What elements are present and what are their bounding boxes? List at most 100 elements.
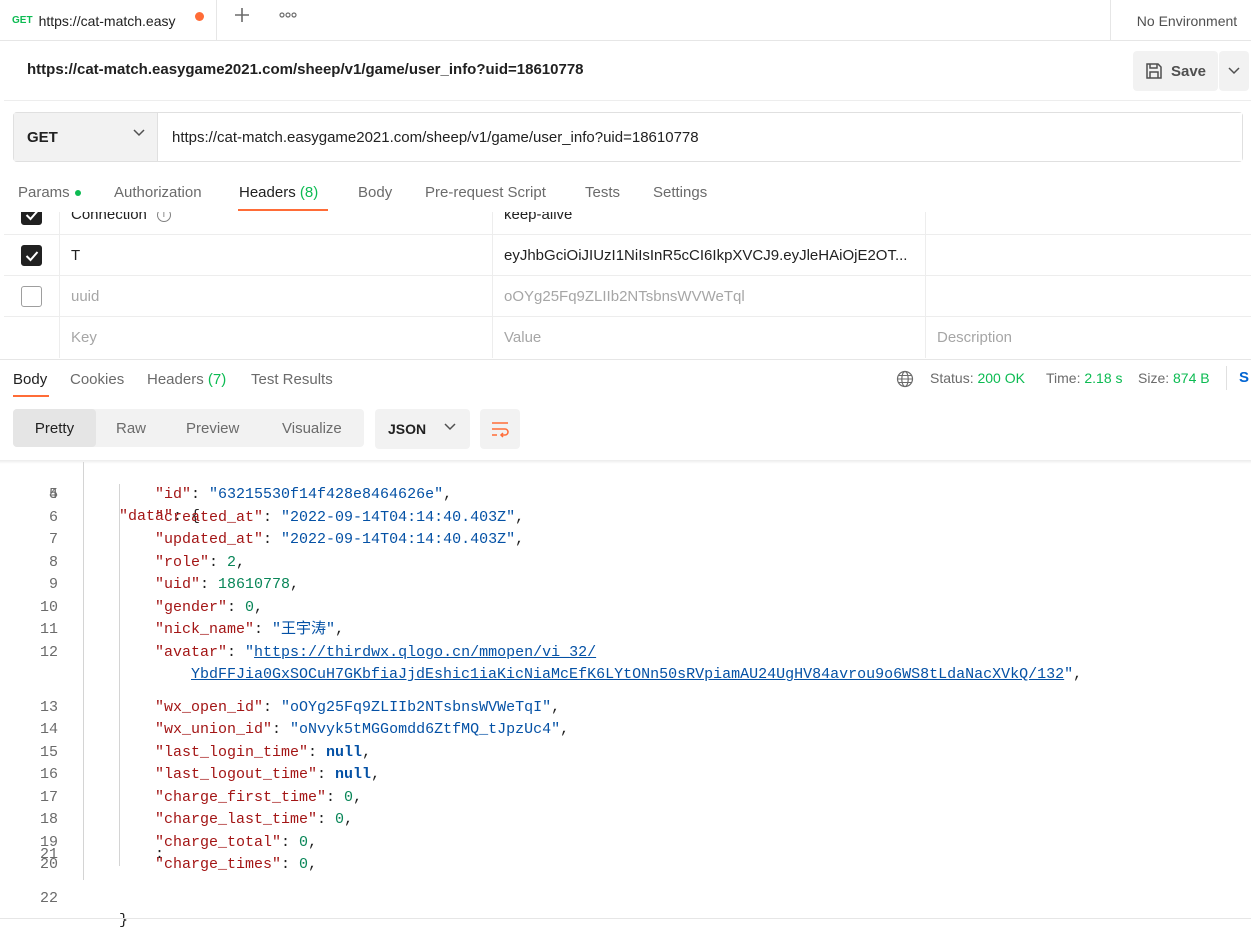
chevron-down-icon: [133, 129, 145, 137]
tab-headers[interactable]: Headers (8): [239, 184, 318, 201]
wrap-lines-button[interactable]: [480, 409, 520, 449]
header-description-cell[interactable]: [926, 276, 1251, 317]
json-value: "2022-09-14T04:14:40.403Z": [281, 509, 516, 526]
header-key-cell[interactable]: T: [60, 235, 493, 276]
code-line: 22 }: [0, 866, 1251, 929]
save-button[interactable]: Save: [1133, 51, 1218, 91]
tab-tests[interactable]: Tests: [585, 184, 620, 201]
url-input[interactable]: [158, 113, 1242, 161]
environment-selector[interactable]: No Environment: [1110, 0, 1251, 41]
time-readout[interactable]: Time: 2.18 s: [1046, 370, 1123, 386]
row-checkbox-cell: [4, 235, 60, 276]
headers-table: Connection i keep-alive T eyJhbGciOiJIUz…: [4, 212, 1251, 359]
save-options-button[interactable]: [1219, 51, 1249, 91]
tab-test-results[interactable]: Test Results: [251, 371, 333, 388]
header-value-cell[interactable]: keep-alive: [493, 212, 926, 235]
line-number: 5: [48, 486, 58, 503]
json-key: "updated_at": [155, 531, 264, 548]
json-value: null: [326, 744, 363, 761]
header-value-cell[interactable]: oOYg25Fq9ZLIIb2NTsbnsWVWeTql: [493, 276, 926, 317]
tab-body[interactable]: Body: [358, 184, 392, 201]
status-value: 200 OK: [977, 370, 1025, 386]
header-description-cell[interactable]: [926, 235, 1251, 276]
code-line: 6 "created_at": "2022-09-14T04:14:40.403Z…: [0, 507, 1251, 529]
tab-params[interactable]: Params: [18, 184, 81, 201]
save-response-button[interactable]: S: [1239, 369, 1249, 386]
tab-headers-count: (8): [299, 184, 319, 201]
request-tab[interactable]: GET https://cat-match.easy: [4, 0, 217, 41]
tab-method: GET: [12, 15, 33, 26]
tab-settings[interactable]: Settings: [653, 184, 707, 201]
view-pretty[interactable]: Pretty: [13, 409, 96, 447]
more-icon[interactable]: [278, 6, 298, 27]
save-label: Save: [1170, 62, 1207, 80]
header-value: oOYg25Fq9ZLIIb2NTsbnsWVWeTql: [504, 288, 745, 305]
header-description-cell[interactable]: [926, 212, 1251, 235]
json-value: 0: [335, 811, 345, 828]
active-response-tab-indicator: [13, 395, 49, 397]
view-mode-selector: Pretty Raw Preview Visualize: [13, 409, 364, 447]
view-raw[interactable]: Raw: [116, 409, 146, 447]
plus-icon[interactable]: [233, 4, 251, 30]
checkbox[interactable]: [21, 212, 42, 225]
checkbox[interactable]: [21, 245, 42, 266]
tab-title: https://cat-match.easy: [38, 12, 176, 29]
json-value: 0: [344, 789, 354, 806]
tab-response-body[interactable]: Body: [13, 371, 47, 388]
code-line: 12 "avatar": "https://thirdwx.qlogo.cn/mm…: [0, 642, 1251, 687]
new-value-field[interactable]: Value: [493, 317, 926, 358]
response-code-view[interactable]: 4 "data": { 5 "id": "63215530f14f428e8464…: [0, 462, 1251, 929]
new-description-field[interactable]: Description: [926, 317, 1251, 358]
divider: [0, 918, 1251, 919]
size-readout[interactable]: Size: 874 B: [1138, 370, 1210, 386]
tab-params-label: Params: [18, 184, 70, 201]
json-key: "charge_first_time": [155, 789, 327, 806]
code-line: 11 "nick_name": "王宇涛",: [0, 619, 1251, 641]
row-checkbox-cell: [4, 317, 60, 358]
json-value: "63215530f14f428e8464626e": [209, 486, 444, 503]
header-key-cell[interactable]: Connection i: [60, 212, 493, 235]
table-row-new: Key Value Description: [4, 317, 1251, 358]
view-visualize[interactable]: Visualize: [282, 409, 342, 447]
status-label: Status:: [930, 370, 974, 386]
checkbox[interactable]: [21, 286, 42, 307]
header-value-cell[interactable]: eyJhbGciOiJIUzI1NiIsInR5cCI6IkpXVCJ9.eyJ…: [493, 235, 926, 276]
json-value: "2022-09-14T04:14:40.403Z": [281, 531, 516, 548]
code-line: 9 "uid": 18610778,: [0, 574, 1251, 596]
chevron-down-icon: [1228, 67, 1240, 75]
tab-cookies[interactable]: Cookies: [70, 371, 124, 388]
tab-response-headers[interactable]: Headers (7): [147, 371, 226, 388]
line-number: 16: [39, 766, 58, 783]
header-value: eyJhbGciOiJIUzI1NiIsInR5cCI6IkpXVCJ9.eyJ…: [504, 247, 908, 264]
request-name[interactable]: https://cat-match.easygame2021.com/sheep…: [27, 61, 584, 78]
json-key: "nick_name": [155, 621, 255, 638]
code-line: 7 "updated_at": "2022-09-14T04:14:40.403Z…: [0, 529, 1251, 551]
json-key: "created_at": [155, 509, 264, 526]
avatar-link[interactable]: YbdFFJia0GxSOCuH7GKbfiaJjdEshic1iaKicNia…: [191, 666, 1064, 683]
new-key-field[interactable]: Key: [60, 317, 493, 358]
json-value: "oOYg25Fq9ZLIIb2NTsbnsWVWeTqI": [281, 699, 552, 716]
line-number: 15: [39, 744, 58, 761]
method-select[interactable]: GET: [14, 113, 158, 161]
info-icon[interactable]: i: [156, 212, 171, 222]
json-value: 2: [227, 554, 237, 571]
format-select[interactable]: JSON: [375, 409, 470, 449]
globe-icon[interactable]: [896, 370, 914, 391]
avatar-link[interactable]: https://thirdwx.qlogo.cn/mmopen/vi_32/: [254, 644, 596, 661]
value-placeholder: Value: [504, 329, 542, 346]
json-key: "role": [155, 554, 210, 571]
view-preview[interactable]: Preview: [186, 409, 239, 447]
code-line: 21:: [0, 844, 1251, 866]
json-value: "王宇涛": [272, 621, 336, 638]
line-number: 11: [39, 621, 58, 638]
chevron-down-icon: [444, 423, 456, 431]
line-number: 6: [48, 509, 58, 526]
line-number: 14: [39, 721, 58, 738]
tab-authorization[interactable]: Authorization: [114, 184, 202, 201]
json-value: null: [335, 766, 372, 783]
tab-prerequest-script[interactable]: Pre-request Script: [425, 184, 546, 201]
line-number: 9: [48, 576, 58, 593]
code-line: 17 "charge_first_time": 0,: [0, 787, 1251, 809]
status-readout[interactable]: Status: 200 OK: [930, 370, 1025, 386]
header-key-cell[interactable]: uuid: [60, 276, 493, 317]
